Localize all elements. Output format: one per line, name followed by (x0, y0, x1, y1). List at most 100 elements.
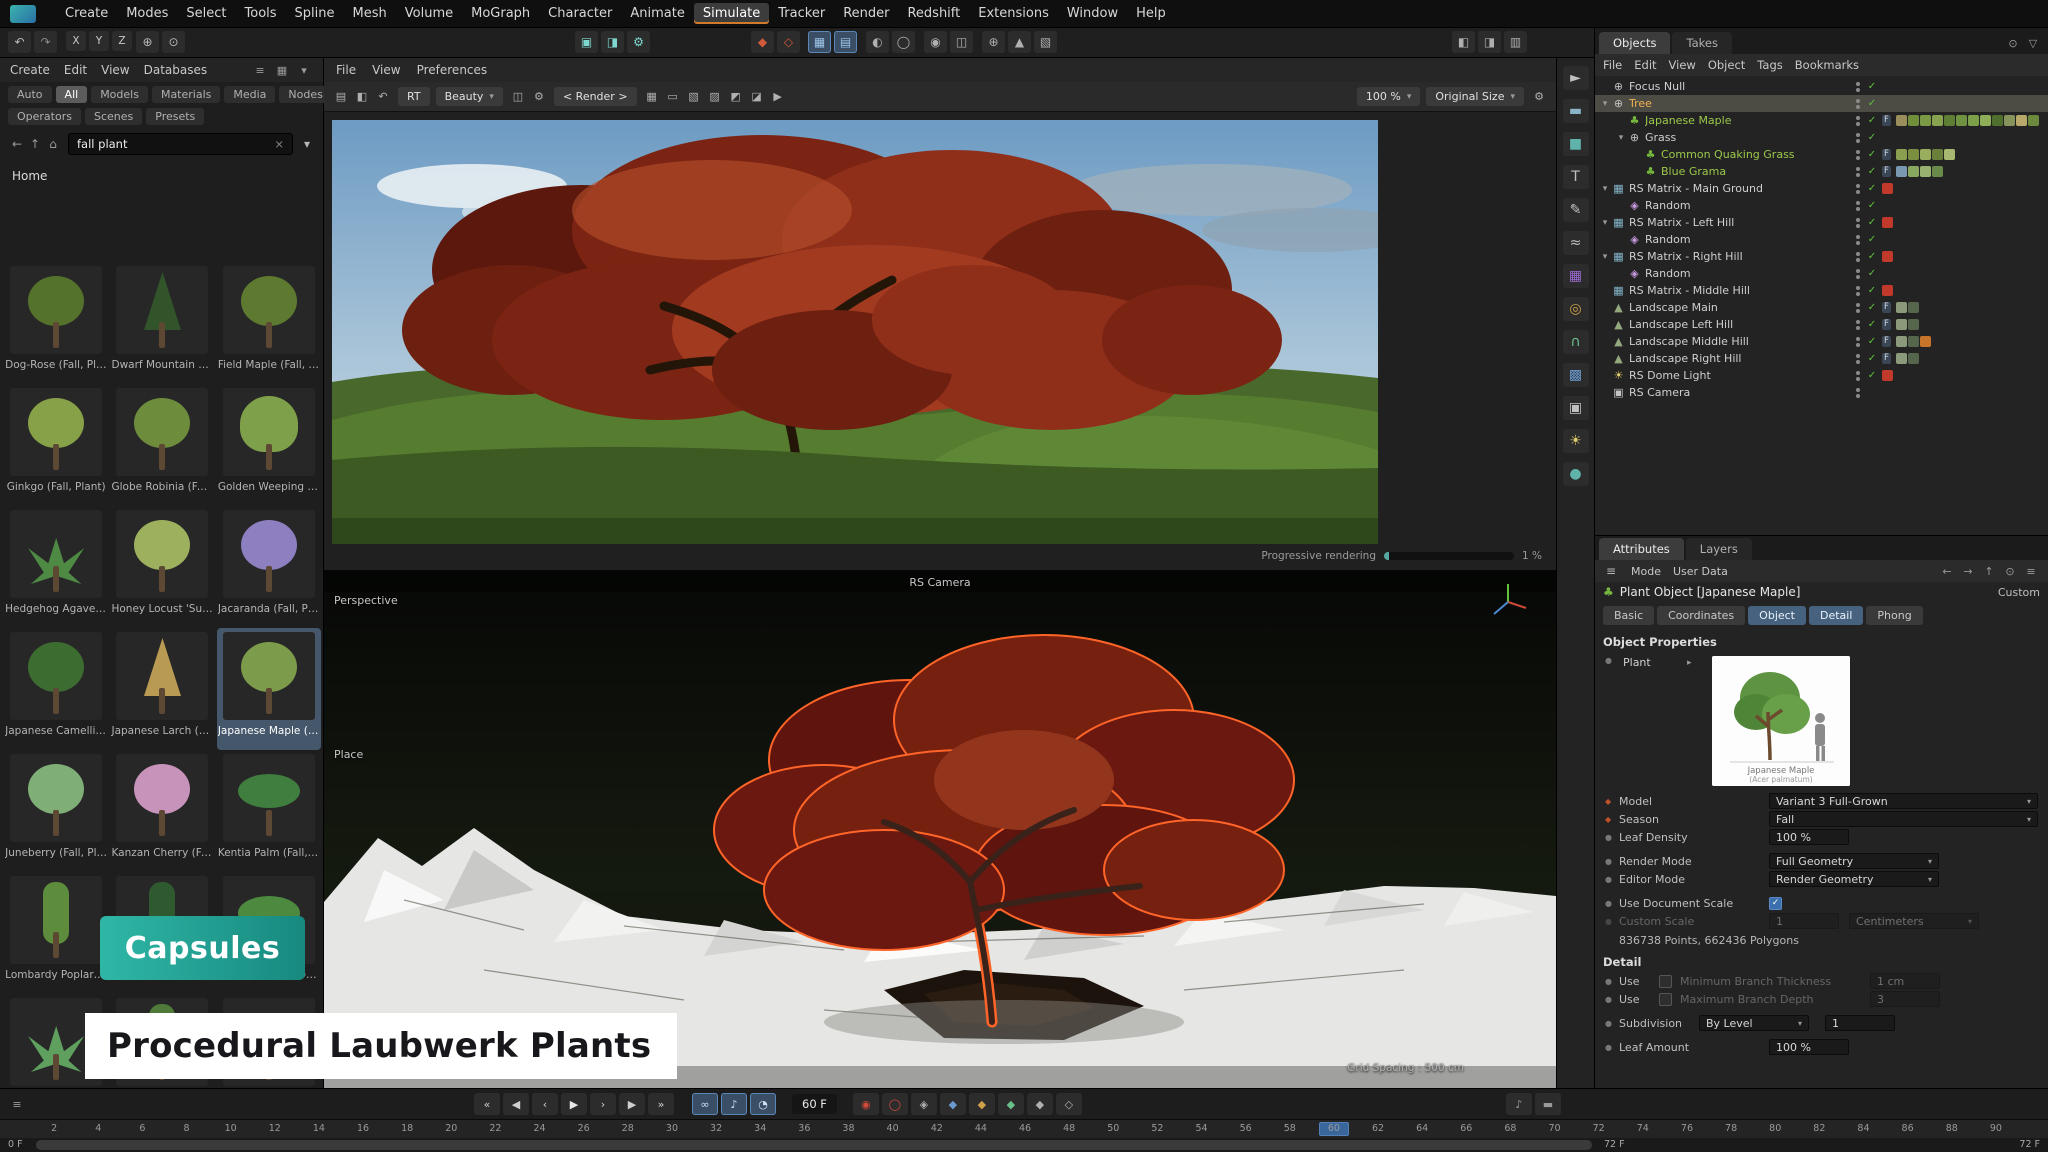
compare-ab-icon[interactable]: ◫ (509, 89, 527, 105)
redshift-tag-icon[interactable] (1882, 370, 1893, 381)
current-frame-field[interactable]: 60 F (792, 1094, 837, 1114)
menu-view[interactable]: View (372, 63, 400, 77)
enabled-check-icon[interactable]: ✓ (1866, 149, 1878, 160)
object-row-random[interactable]: ◈Random✓ (1595, 265, 2048, 282)
panel-menu-icon[interactable]: ▾ (295, 62, 313, 78)
denoise-icon[interactable]: ◩ (727, 89, 745, 105)
pen-tool-icon[interactable]: ✎ (1563, 198, 1589, 222)
keyframe-dot-icon[interactable]: ● (1605, 1019, 1619, 1028)
enabled-check-icon[interactable]: ✓ (1866, 234, 1878, 245)
keyframe-dot-icon[interactable]: ● (1605, 899, 1619, 908)
menu-volume[interactable]: Volume (396, 3, 462, 24)
clear-search-icon[interactable]: × (274, 137, 284, 151)
enabled-check-icon[interactable]: ✓ (1866, 302, 1878, 313)
ipr-icon[interactable]: ▶ (769, 89, 787, 105)
back-icon[interactable]: ← (8, 135, 26, 153)
min-branch-checkbox[interactable] (1659, 975, 1672, 988)
keyframe-dot-icon[interactable]: ● (1605, 833, 1619, 842)
user-data-button[interactable]: User Data (1673, 565, 1728, 578)
tab-objects[interactable]: Objects (1599, 32, 1670, 54)
volume-tool-icon[interactable]: ▩ (1563, 363, 1589, 387)
list-view-icon[interactable]: ≡ (251, 62, 269, 78)
asset-dog-rose-fall-plant[interactable]: Dog-Rose (Fall, Plant) (4, 262, 108, 384)
tab-takes[interactable]: Takes (1672, 32, 1732, 54)
layout-a-icon[interactable]: ◧ (1452, 31, 1475, 53)
enabled-check-icon[interactable]: ✓ (1866, 370, 1878, 381)
settings-gear-icon[interactable]: ⚙ (1530, 89, 1548, 105)
material-tags[interactable] (1896, 336, 1931, 347)
minimize-icon[interactable]: ▬ (1535, 1093, 1561, 1115)
redo-icon[interactable]: ↷ (34, 31, 57, 53)
redshift-ipr-icon[interactable]: ◇ (777, 31, 800, 53)
asset-japanese-camellia-fal[interactable]: Japanese Camellia (Fal... (4, 628, 108, 750)
next-frame-icon[interactable]: › (590, 1093, 616, 1115)
visibility-dots[interactable] (1856, 388, 1860, 398)
filter-operators[interactable]: Operators (8, 108, 81, 125)
rotation-record-icon[interactable]: ◆ (998, 1093, 1024, 1115)
filter-icon[interactable]: ▽ (2024, 35, 2042, 51)
filter-all[interactable]: All (56, 86, 88, 103)
menu-icon[interactable]: ≡ (2022, 563, 2040, 579)
spline-tool-icon[interactable]: ≈ (1563, 231, 1589, 255)
menu-select[interactable]: Select (177, 3, 235, 24)
use-document-scale-checkbox[interactable]: ✓ (1769, 897, 1782, 910)
field-tool-icon[interactable]: ◎ (1563, 297, 1589, 321)
menu-modes[interactable]: Modes (117, 3, 177, 24)
camera-label[interactable]: RS Camera (909, 576, 970, 589)
range-start-label[interactable]: 0 F (8, 1139, 23, 1150)
asset-golden-weeping-willo[interactable]: Golden Weeping Willo... (217, 384, 321, 506)
object-row-focus-null[interactable]: ⊕Focus Null✓ (1595, 78, 2048, 95)
grid-snap-icon[interactable]: ▦ (808, 31, 831, 53)
keyframe-dot-icon[interactable]: ● (1605, 1043, 1619, 1052)
menu-icon[interactable]: ≡ (1603, 560, 1619, 582)
keyframe-dot-icon[interactable]: ● (1605, 857, 1619, 866)
coordinate-system-icon[interactable]: ⊙ (162, 31, 185, 53)
tab-object[interactable]: Object (1748, 606, 1806, 625)
expand-arrow-icon[interactable]: ▾ (1599, 218, 1611, 228)
visibility-dots[interactable] (1856, 218, 1860, 228)
material-tool-icon[interactable]: ● (1563, 462, 1589, 486)
object-row-random[interactable]: ◈Random✓ (1595, 231, 2048, 248)
redshift-render-icon[interactable]: ◆ (751, 31, 774, 53)
menu-mesh[interactable]: Mesh (344, 3, 396, 24)
phong-tag-icon[interactable]: F (1882, 166, 1891, 177)
axis-modify-icon[interactable]: ⊕ (982, 31, 1005, 53)
grid-view-icon[interactable]: ▦ (273, 62, 291, 78)
asset-honey-locust-sunbur[interactable]: Honey Locust 'Sunbur... (110, 506, 214, 628)
axis-lock-x[interactable]: X (66, 31, 86, 51)
pass-dropdown[interactable]: Beauty ▾ (436, 87, 503, 106)
menu-character[interactable]: Character (539, 3, 621, 24)
mode-button[interactable]: Mode (1631, 565, 1661, 578)
object-row-rs-matrix-main-ground[interactable]: ▾▦RS Matrix - Main Ground✓ (1595, 180, 2048, 197)
mirror-icon[interactable]: ◫ (950, 31, 973, 53)
custom-dropdown[interactable]: Custom (1998, 586, 2040, 599)
sound-icon[interactable]: ♪ (721, 1093, 747, 1115)
object-row-landscape-right-hill[interactable]: ▲Landscape Right Hill✓F (1595, 350, 2048, 367)
cache-icon[interactable]: ◯ (892, 31, 915, 53)
object-row-rs-matrix-right-hill[interactable]: ▾▦RS Matrix - Right Hill✓ (1595, 248, 2048, 265)
end-frame-field[interactable]: 72 F (2019, 1139, 2040, 1150)
scale-record-icon[interactable]: ◆ (969, 1093, 995, 1115)
axis-lock-y[interactable]: Y (89, 31, 109, 51)
postfx-icon[interactable]: ◪ (748, 89, 766, 105)
position-record-icon[interactable]: ◆ (940, 1093, 966, 1115)
pla-record-icon[interactable]: ◇ (1056, 1093, 1082, 1115)
material-tags[interactable] (1896, 353, 1919, 364)
leaf-amount-field[interactable]: 100 % (1769, 1039, 1849, 1055)
up-icon[interactable]: ↑ (26, 135, 44, 153)
menu-object[interactable]: Object (1708, 58, 1745, 72)
layout-b-icon[interactable]: ◨ (1478, 31, 1501, 53)
save-image-icon[interactable]: ▤ (332, 89, 350, 105)
keyframe-selection-icon[interactable]: ◈ (911, 1093, 937, 1115)
search-icon[interactable]: ⊙ (2004, 35, 2022, 51)
material-tags[interactable] (1896, 319, 1919, 330)
normals-icon[interactable]: ▲ (1008, 31, 1031, 53)
model-dropdown[interactable]: Variant 3 Full-Grown ▾ (1769, 793, 2038, 809)
workplane-icon[interactable]: ▤ (834, 31, 857, 53)
asset-japanese-larch-fall[interactable]: Japanese Larch (Fall, ... (110, 628, 214, 750)
keyframe-dot-icon[interactable]: ◆ (1605, 797, 1619, 806)
material-tags[interactable] (1896, 166, 1943, 177)
asset-hedgehog-agave-fall[interactable]: Hedgehog Agave (Fall... (4, 506, 108, 628)
previous-key-icon[interactable]: ◀ (503, 1093, 529, 1115)
uv-icon[interactable]: ▧ (1034, 31, 1057, 53)
